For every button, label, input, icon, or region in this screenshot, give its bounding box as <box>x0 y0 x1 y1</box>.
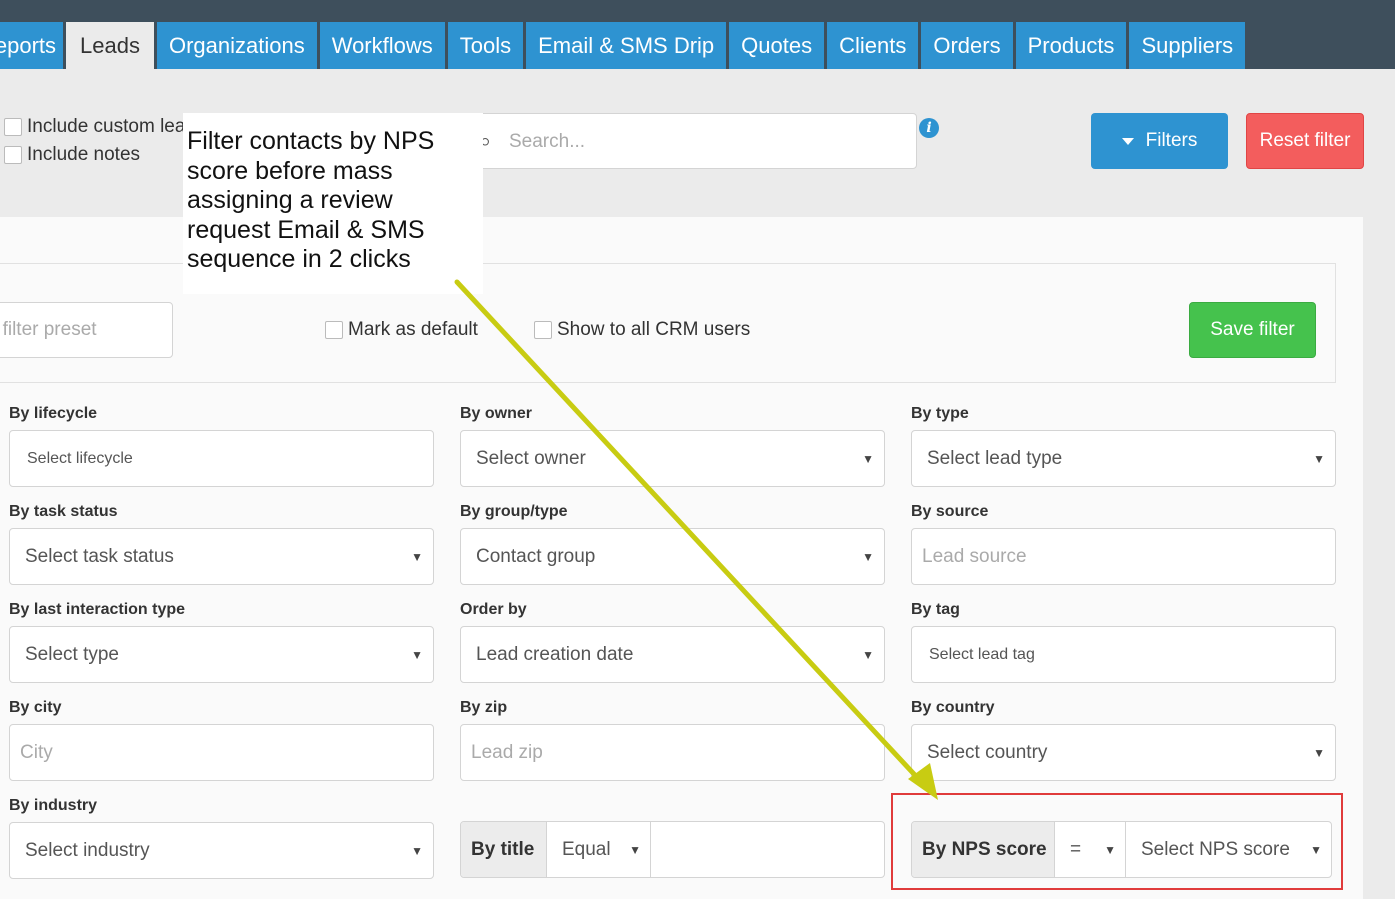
order-by-label: Order by <box>460 601 527 618</box>
country-select[interactable]: Select country ▼ <box>911 724 1336 781</box>
dropdown-arrow-icon: ▼ <box>629 842 641 857</box>
tab-workflows[interactable]: Workflows <box>319 22 445 69</box>
source-label: By source <box>911 503 989 520</box>
reset-filter-button[interactable]: Reset filter <box>1246 113 1364 169</box>
type-select[interactable]: Select lead type ▼ <box>911 430 1336 487</box>
tag-label: By tag <box>911 601 960 618</box>
nps-operator-select[interactable]: = ▼ <box>1055 822 1126 877</box>
tab-organizations[interactable]: Organizations <box>156 22 317 69</box>
checkbox-box[interactable] <box>534 321 552 339</box>
last-interaction-value: Select type <box>25 643 119 665</box>
zip-label: By zip <box>460 699 508 716</box>
city-input[interactable]: City <box>9 724 434 781</box>
industry-value: Select industry <box>25 839 150 861</box>
search-input[interactable] <box>509 128 889 156</box>
tab-tools[interactable]: Tools <box>447 22 524 69</box>
tab-reports[interactable]: Reports <box>0 22 63 69</box>
include-notes-checkbox[interactable]: Include notes <box>4 144 140 166</box>
group-type-value: Contact group <box>476 545 596 567</box>
industry-label: By industry <box>9 797 98 814</box>
source-placeholder: Lead source <box>922 545 1027 567</box>
filter-preset-field[interactable] <box>0 302 173 358</box>
filters-button[interactable]: Filters <box>1091 113 1228 169</box>
dropdown-arrow-icon: ▼ <box>1313 745 1325 760</box>
city-placeholder: City <box>20 741 53 763</box>
title-operator-value: Equal <box>562 838 611 860</box>
group-type-label: By group/type <box>460 503 568 520</box>
include-notes-label: Include notes <box>27 144 141 165</box>
dropdown-arrow-icon: ▼ <box>411 549 423 564</box>
task-status-value: Select task status <box>25 545 174 567</box>
dropdown-arrow-icon: ▼ <box>1313 451 1325 466</box>
dropdown-arrow-icon: ▼ <box>862 549 874 564</box>
nps-addon: By NPS score <box>912 822 1055 877</box>
dropdown-arrow-icon: ▼ <box>862 451 874 466</box>
caret-down-icon <box>1121 137 1134 145</box>
tab-quotes[interactable]: Quotes <box>729 22 825 69</box>
info-icon[interactable]: i <box>919 118 939 138</box>
dropdown-arrow-icon: ▼ <box>1310 842 1322 857</box>
country-label: By country <box>911 699 995 716</box>
checkbox-box[interactable] <box>325 321 343 339</box>
last-interaction-label: By last interaction type <box>9 601 186 618</box>
industry-select[interactable]: Select industry ▼ <box>9 822 434 879</box>
tab-orders[interactable]: Orders <box>921 22 1013 69</box>
show-all-users-checkbox[interactable]: Show to all CRM users <box>534 319 750 341</box>
nps-operator-value: = <box>1070 838 1082 860</box>
owner-select[interactable]: Select owner ▼ <box>460 430 885 487</box>
dropdown-arrow-icon: ▼ <box>862 647 874 662</box>
city-label: By city <box>9 699 62 716</box>
show-all-users-label: Show to all CRM users <box>557 319 751 340</box>
include-custom-checkbox[interactable]: Include custom lea <box>4 116 185 138</box>
include-custom-label: Include custom lea <box>27 116 186 137</box>
source-input[interactable]: Lead source <box>911 528 1336 585</box>
nps-filter-group: By NPS score = ▼ Select NPS score ▼ <box>911 821 1332 878</box>
nps-score-select[interactable]: Select NPS score ▼ <box>1126 822 1331 877</box>
filters-button-label: Filters <box>1145 130 1198 151</box>
zip-placeholder: Lead zip <box>471 741 543 763</box>
annotation-text: Filter contacts by NPS score before mass… <box>187 127 435 273</box>
group-type-select[interactable]: Contact group ▼ <box>460 528 885 585</box>
type-value: Select lead type <box>927 447 1063 469</box>
tab-leads[interactable]: Leads <box>66 22 154 69</box>
order-by-select[interactable]: Lead creation date ▼ <box>460 626 885 683</box>
filter-preset-input[interactable] <box>0 303 172 357</box>
checkbox-box[interactable] <box>4 118 22 136</box>
tag-select[interactable]: Select lead tag <box>911 626 1336 683</box>
zip-input[interactable]: Lead zip <box>460 724 885 781</box>
tab-products[interactable]: Products <box>1015 22 1127 69</box>
main-tabs: Reports Leads Organizations Workflows To… <box>0 22 1248 69</box>
lifecycle-select[interactable]: Select lifecycle <box>9 430 434 487</box>
owner-value: Select owner <box>476 447 586 469</box>
dropdown-arrow-icon: ▼ <box>411 843 423 858</box>
type-label: By type <box>911 405 969 422</box>
dropdown-arrow-icon: ▼ <box>411 647 423 662</box>
lifecycle-value: Select lifecycle <box>27 449 133 467</box>
checkbox-box[interactable] <box>4 146 22 164</box>
mark-default-checkbox[interactable]: Mark as default <box>325 319 478 341</box>
lifecycle-label: By lifecycle <box>9 405 98 422</box>
owner-label: By owner <box>460 405 533 422</box>
tab-suppliers[interactable]: Suppliers <box>1129 22 1246 69</box>
annotation-callout: Filter contacts by NPS score before mass… <box>183 113 483 294</box>
title-filter-group: By title Equal ▼ <box>460 821 885 878</box>
task-status-select[interactable]: Select task status ▼ <box>9 528 434 585</box>
mark-default-label: Mark as default <box>348 319 478 340</box>
tab-clients[interactable]: Clients <box>827 22 919 69</box>
country-value: Select country <box>927 741 1048 763</box>
title-value-input[interactable] <box>651 822 884 877</box>
nps-score-value: Select NPS score <box>1141 838 1290 860</box>
search-box[interactable]: ⌕ <box>460 113 917 169</box>
last-interaction-select[interactable]: Select type ▼ <box>9 626 434 683</box>
tag-value: Select lead tag <box>929 645 1035 663</box>
save-filter-button[interactable]: Save filter <box>1189 302 1316 358</box>
dropdown-arrow-icon: ▼ <box>1104 842 1116 857</box>
task-status-label: By task status <box>9 503 118 520</box>
title-operator-select[interactable]: Equal ▼ <box>547 822 651 877</box>
order-by-value: Lead creation date <box>476 643 634 665</box>
title-addon: By title <box>461 822 547 877</box>
tab-email-sms-drip[interactable]: Email & SMS Drip <box>526 22 727 69</box>
